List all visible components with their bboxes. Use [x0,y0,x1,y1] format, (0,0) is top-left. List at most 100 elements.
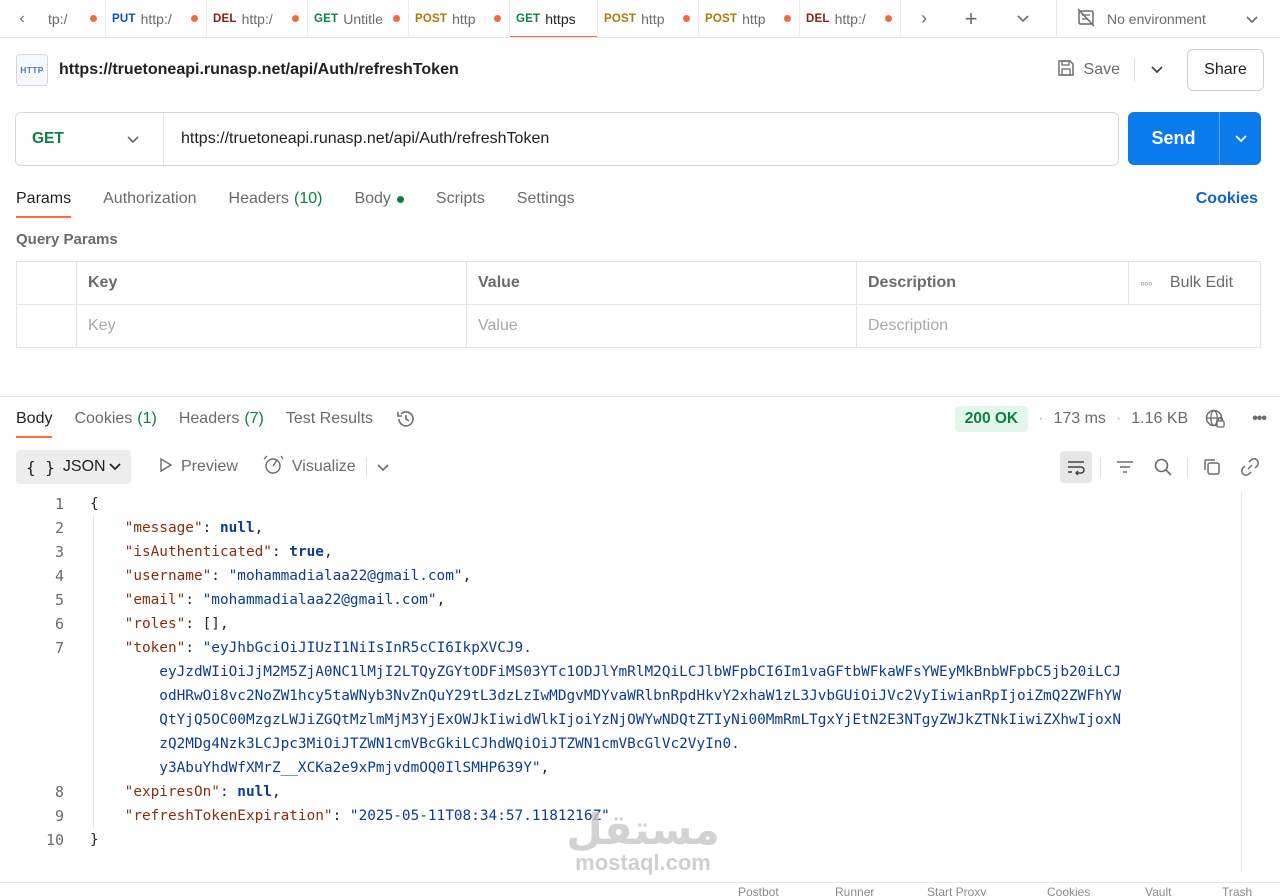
unsaved-dot [784,15,791,22]
save-floppy-icon [1056,58,1076,83]
json-braces-icon: { } [26,457,55,477]
line-text: } [90,828,99,852]
new-tab-plus-icon[interactable]: + [947,0,995,37]
unsaved-dot [885,15,892,22]
line-number: 7 [54,639,64,657]
response-size[interactable]: 1.16 KB [1131,410,1188,428]
method-selector[interactable]: GET [16,113,164,165]
status-badge[interactable]: 200 OK [954,406,1029,432]
footer-item[interactable]: Trash [1222,885,1252,896]
request-tab[interactable]: POST http [409,0,510,37]
cookies-link[interactable]: Cookies [1196,190,1258,208]
footer-item[interactable]: Vault [1145,885,1171,896]
value-field[interactable]: Value [466,304,857,348]
tab-list-chevron-icon[interactable] [995,0,1051,37]
tab-test-results-label: Test Results [285,410,374,427]
json-token: "refreshTokenExpiration" [124,808,333,824]
request-tab[interactable]: DEL http:/ [207,0,308,37]
history-icon[interactable] [395,408,417,430]
url-bar: GET [15,112,1119,166]
response-time[interactable]: 173 ms [1053,410,1105,428]
code-line: 6 "roles": [], [0,612,1240,636]
share-button[interactable]: Share [1187,49,1264,91]
footer-item[interactable]: Start Proxy [927,885,986,896]
footer-item[interactable]: Cookies [1047,885,1090,896]
json-token: : [219,784,238,800]
json-token: "eyJhbGciOiJIUzI1NiIsInR5cCI6IkpXVCJ9. [202,640,532,656]
watermark-latin: mostaql.com [575,850,711,875]
line-number: 1 [54,495,64,513]
visualize-chevron-icon[interactable] [377,459,389,475]
request-title[interactable]: https://truetoneapi.runasp.net/api/Auth/… [59,61,459,79]
request-tab[interactable]: GET https [510,0,598,37]
code-line: 3 "isAuthenticated": true, [0,540,1240,564]
query-params-table: Key Value Description ◦◦◦ Bulk Edit Key … [16,261,1261,348]
actions-divider [1100,457,1101,477]
tab-response-headers[interactable]: Headers (7) [179,400,264,438]
description-field[interactable]: Description [856,304,1261,348]
tab-authorization[interactable]: Authorization [103,180,196,218]
send-options-chevron-icon[interactable] [1219,112,1261,165]
network-globe-icon[interactable] [1204,408,1226,430]
request-tab[interactable]: GET Untitle [308,0,409,37]
response-divider[interactable] [0,396,1280,397]
environment-selector[interactable]: No environment [1056,0,1280,37]
tab-params[interactable]: Params [16,180,72,218]
json-token: "mohammadialaa22@gmail.com" [228,568,463,584]
tab-settings[interactable]: Settings [517,180,575,218]
link-icon[interactable] [1234,451,1266,483]
url-input[interactable] [164,113,1118,165]
line-number: 10 [45,831,64,849]
json-token: "expiresOn" [124,784,220,800]
key-field[interactable]: Key [76,304,467,348]
wrap-lines-icon[interactable] [1060,451,1092,483]
save-options-chevron-icon[interactable] [1141,61,1173,79]
tab-response-cookies[interactable]: Cookies (1) [74,400,156,438]
code-scrollbar-track[interactable] [1241,492,1242,872]
save-group: Save [1048,58,1173,83]
json-token: : [202,520,220,536]
request-tab[interactable]: tp:/ [44,0,106,37]
tab-headers[interactable]: Headers (10) [229,180,323,218]
line-text: "username": "mohammadialaa22@gmail.com", [90,564,472,588]
search-icon[interactable] [1147,451,1179,483]
more-options-icon[interactable]: ◦◦◦ [1140,275,1153,291]
scroll-tabs-right-icon[interactable]: › [901,0,947,37]
request-tab[interactable]: POST http [598,0,699,37]
json-token: { [90,496,99,512]
response-view-bar: { } JSON Preview Visualize [16,449,1266,485]
code-line: QtYjQ5OC00MzgzLWJiZGQtMzlmMjM3YjExOWJkIi… [0,708,1240,732]
tab-body[interactable]: Body [354,180,404,218]
line-number: 4 [54,567,64,585]
request-tab[interactable]: PUT http:/ [106,0,207,37]
tab-title: http [742,10,766,27]
filter-icon[interactable] [1109,451,1141,483]
tab-scripts[interactable]: Scripts [436,180,485,218]
no-environment-icon [1075,6,1097,31]
more-options-icon[interactable]: ••• [1252,410,1267,428]
bulk-edit-button[interactable]: ◦◦◦ Bulk Edit [1140,274,1260,292]
save-button[interactable]: Save [1048,58,1128,83]
footer-item[interactable]: Postbot [738,885,779,896]
visualize-button[interactable]: Visualize [262,455,356,480]
json-token: : [185,592,203,608]
copy-icon[interactable] [1196,451,1228,483]
footer-item[interactable]: Runner [835,885,874,896]
save-label: Save [1083,61,1120,78]
json-response-viewer[interactable]: 1{2 "message": null, 3 "isAuthenticated":… [0,492,1240,852]
json-token: : [332,808,350,824]
send-button[interactable]: Send [1128,112,1261,165]
bulk-edit-cell: ◦◦◦ Bulk Edit [1128,261,1261,305]
request-tab-bar: ‹ tp:/ PUT http:/ DEL http:/ GET Untitle POST ht… [0,0,1280,38]
scroll-tabs-left-icon[interactable]: ‹ [0,0,44,37]
preview-button[interactable]: Preview [159,457,238,478]
json-token: eyJzdWIiOiJjM2M5ZjA0NC1lMjI2LTQyZGYtODFi… [90,664,1122,680]
unsaved-dot [90,15,97,22]
format-selector[interactable]: { } JSON [16,450,131,484]
tab-test-results[interactable]: Test Results [286,400,373,438]
request-tab[interactable]: DEL http:/ [800,0,901,37]
request-tab[interactable]: POST http [699,0,800,37]
tab-response-body[interactable]: Body [16,400,53,438]
